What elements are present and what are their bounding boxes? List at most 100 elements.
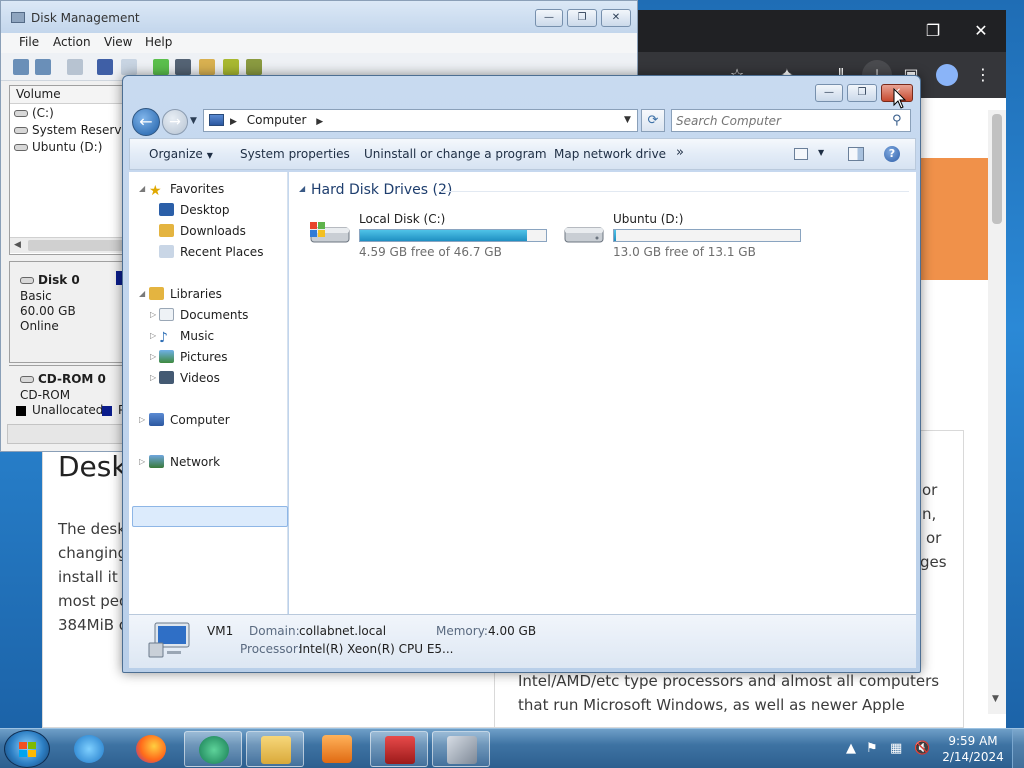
- nav-desktop[interactable]: Desktop: [159, 203, 230, 217]
- nav-downloads[interactable]: Downloads: [159, 224, 246, 238]
- group-header-hard-disk-drives[interactable]: Hard Disk Drives (2): [311, 182, 452, 198]
- address-bar[interactable]: ▶ Computer ▶ ▼: [203, 109, 638, 132]
- collapse-group-icon[interactable]: ◢: [299, 184, 305, 193]
- forward-arrow-icon[interactable]: [35, 59, 51, 75]
- map-network-drive-button[interactable]: Map network drive: [554, 147, 666, 161]
- nav-computer[interactable]: Computer: [149, 413, 230, 427]
- profile-avatar-icon[interactable]: [936, 64, 958, 86]
- volume-hscroll[interactable]: ◀: [10, 237, 126, 253]
- nav-favorites[interactable]: ★ Favorites: [149, 182, 224, 198]
- refresh-button[interactable]: ⟳: [641, 109, 665, 132]
- menu-view[interactable]: View: [104, 35, 132, 49]
- scroll-down-arrow-icon[interactable]: ▼: [992, 694, 999, 704]
- minimize-button[interactable]: —: [815, 84, 843, 102]
- menu-file[interactable]: File: [19, 35, 39, 49]
- more-commands-button[interactable]: »: [676, 145, 684, 160]
- taskbar-media-player[interactable]: [308, 731, 366, 767]
- address-computer[interactable]: Computer: [247, 113, 307, 127]
- open-icon[interactable]: [199, 59, 215, 75]
- volume-row[interactable]: System Reserved: [14, 123, 136, 137]
- dm-close-button[interactable]: ✕: [601, 9, 631, 27]
- volume-row[interactable]: (C:): [14, 106, 54, 120]
- back-button[interactable]: ←: [132, 108, 160, 136]
- search-icon[interactable]: [223, 59, 239, 75]
- nav-libraries[interactable]: Libraries: [149, 287, 222, 301]
- menu-help[interactable]: Help: [145, 35, 172, 49]
- forward-button[interactable]: →: [162, 109, 188, 135]
- refresh-icon[interactable]: [153, 59, 169, 75]
- system-properties-button[interactable]: System properties: [240, 147, 350, 161]
- expand-computer-icon[interactable]: ▷: [139, 415, 145, 424]
- nav-pictures[interactable]: Pictures: [159, 350, 228, 364]
- nav-videos[interactable]: Videos: [159, 371, 220, 385]
- view-icon[interactable]: [246, 59, 262, 75]
- network-tray-icon[interactable]: ▦: [890, 741, 902, 756]
- expand-network-icon[interactable]: ▷: [139, 457, 145, 466]
- taskbar-firefox[interactable]: [122, 731, 180, 767]
- back-arrow-icon[interactable]: [13, 59, 29, 75]
- expand-documents-icon[interactable]: ▷: [150, 310, 156, 319]
- nav-recent-places[interactable]: Recent Places: [159, 245, 263, 259]
- cdrom-icon: [20, 376, 34, 383]
- help-icon[interactable]: [97, 59, 113, 75]
- system-clock[interactable]: 9:59 AM 2/14/2024: [940, 733, 1006, 765]
- show-hidden-icons[interactable]: ▲: [846, 741, 856, 756]
- help-icon[interactable]: ?: [884, 146, 900, 162]
- nav-music[interactable]: ♪ Music: [159, 329, 214, 345]
- show-desktop-button[interactable]: [1012, 729, 1024, 768]
- browser-close-icon[interactable]: ✕: [966, 16, 996, 46]
- drive-c-item[interactable]: Local Disk (C:) 4.59 GB free of 46.7 GB: [303, 212, 563, 259]
- disk0-name: Disk 0: [20, 273, 80, 287]
- hscroll-thumb[interactable]: [28, 240, 124, 251]
- preview-pane-icon[interactable]: [848, 147, 864, 161]
- expand-favorites-icon[interactable]: ◢: [139, 184, 145, 193]
- windows-drive-icon: [310, 222, 350, 243]
- menu-action[interactable]: Action: [53, 35, 91, 49]
- browser-scroll-thumb[interactable]: [992, 114, 1002, 224]
- address-dropdown-icon[interactable]: ▼: [624, 115, 631, 125]
- disk0-size: 60.00 GB: [20, 304, 76, 318]
- view-dropdown-icon[interactable]: ▼: [818, 148, 824, 157]
- scroll-left-icon[interactable]: ◀: [14, 240, 21, 250]
- organize-button[interactable]: Organize ▼: [149, 147, 213, 161]
- taskbar-explorer[interactable]: [246, 731, 304, 767]
- uninstall-program-button[interactable]: Uninstall or change a program: [364, 147, 547, 161]
- volume-column-header[interactable]: Volume: [10, 86, 126, 104]
- dm-minimize-button[interactable]: —: [535, 9, 563, 27]
- article-fragment: or: [926, 529, 942, 547]
- taskbar-browser[interactable]: [184, 731, 242, 767]
- browser-menu-icon[interactable]: ⋮: [968, 60, 998, 90]
- start-button[interactable]: [4, 730, 50, 768]
- properties-icon[interactable]: [67, 59, 83, 75]
- search-input[interactable]: [676, 112, 886, 129]
- restore-button[interactable]: ❐: [847, 84, 877, 102]
- drive-d-item[interactable]: Ubuntu (D:) 13.0 GB free of 13.1 GB: [557, 212, 817, 259]
- change-view-icon[interactable]: [794, 148, 808, 160]
- expand-libraries-icon[interactable]: ◢: [139, 289, 145, 298]
- folder-icon: [261, 736, 291, 764]
- domain-label: Domain:: [249, 624, 300, 638]
- address-path[interactable]: ▶ Computer ▶: [230, 113, 323, 127]
- volume-muted-icon[interactable]: 🔇: [914, 741, 930, 756]
- taskbar-toolbox[interactable]: [370, 731, 428, 767]
- dm-restore-button[interactable]: ❐: [567, 9, 597, 27]
- expand-videos-icon[interactable]: ▷: [150, 373, 156, 382]
- volume-row[interactable]: Ubuntu (D:): [14, 140, 102, 154]
- taskbar-disk-tool[interactable]: [432, 731, 490, 767]
- recent-pages-dropdown-icon[interactable]: ▼: [190, 116, 197, 126]
- taskbar-internet-explorer[interactable]: [60, 731, 118, 767]
- chevron-right-icon[interactable]: ▶: [316, 117, 323, 127]
- browser-restore-icon[interactable]: ❐: [918, 16, 948, 46]
- expand-pictures-icon[interactable]: ▷: [150, 352, 156, 361]
- settings-icon[interactable]: [121, 59, 137, 75]
- nav-documents[interactable]: Documents: [159, 308, 248, 322]
- expand-music-icon[interactable]: ▷: [150, 331, 156, 340]
- nav-network[interactable]: Network: [149, 455, 220, 469]
- pictures-icon: [159, 350, 174, 363]
- search-box[interactable]: ⚲: [671, 109, 911, 132]
- rescan-icon[interactable]: [175, 59, 191, 75]
- chevron-right-icon[interactable]: ▶: [230, 117, 237, 127]
- search-icon[interactable]: ⚲: [892, 113, 902, 128]
- cdrom-type: CD-ROM: [20, 388, 71, 402]
- action-center-flag-icon[interactable]: ⚑: [866, 741, 878, 756]
